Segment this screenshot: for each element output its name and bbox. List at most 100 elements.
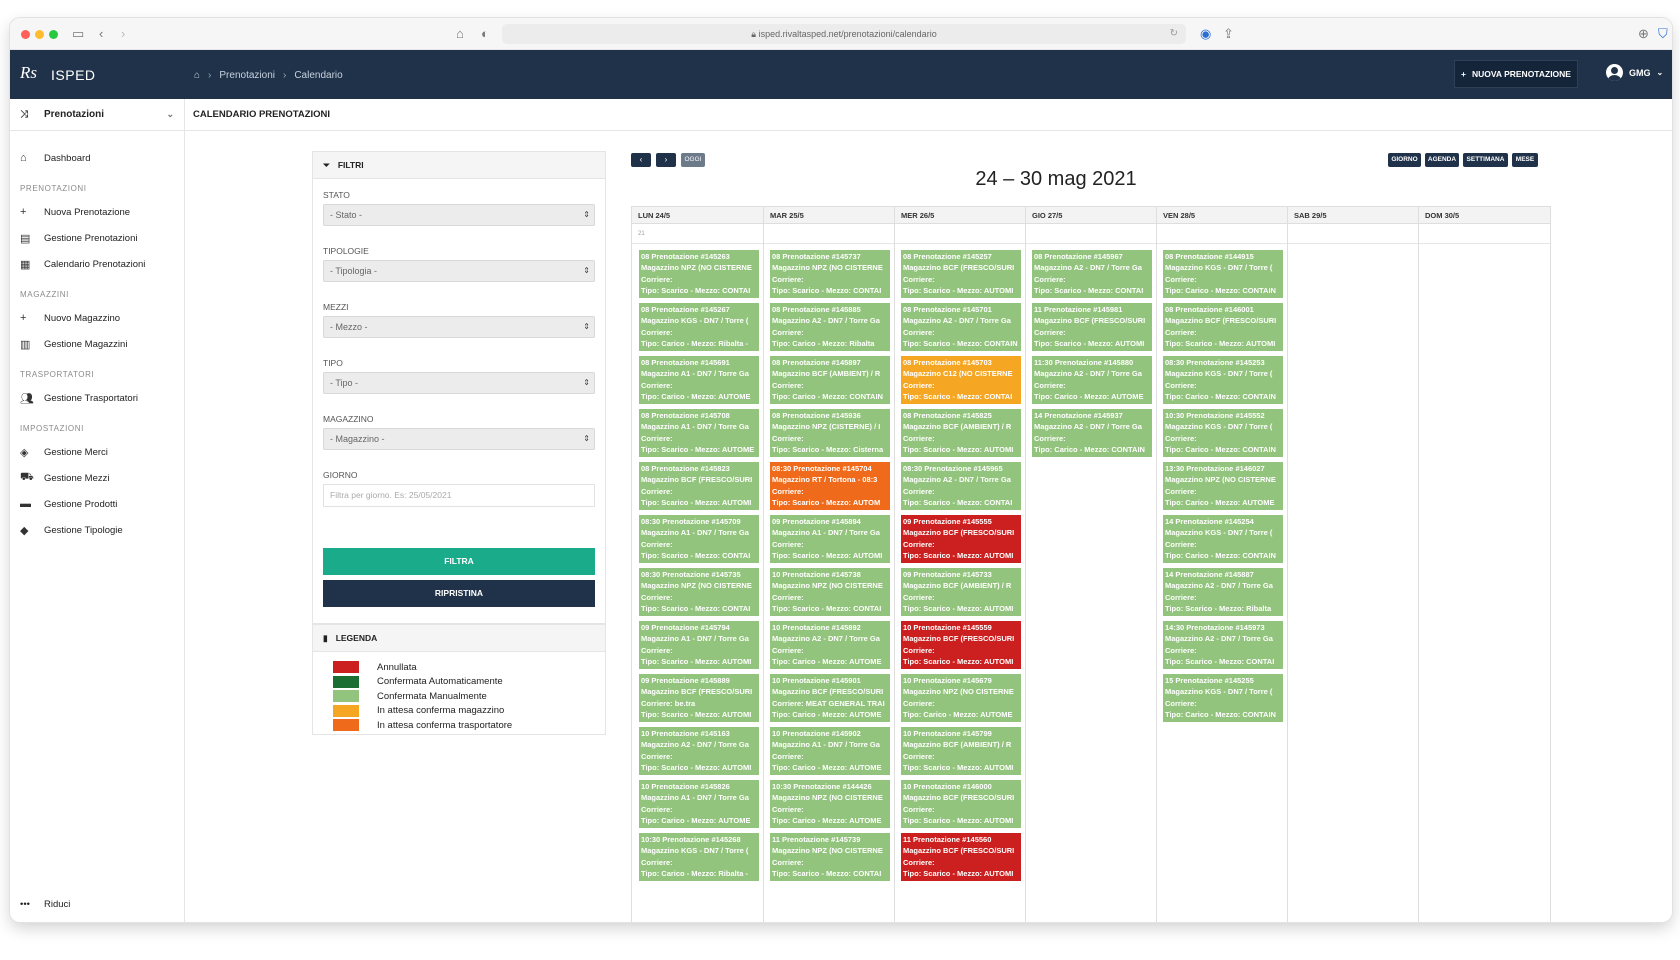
forward-icon[interactable]: › bbox=[121, 26, 125, 42]
booking-event[interactable]: 14 Prenotazione #145887 Magazzino A2 - DN… bbox=[1163, 568, 1283, 616]
day-header[interactable]: LUN 24/5 bbox=[632, 207, 763, 224]
booking-event[interactable]: 08:30 Prenotazione #145709 Magazzino A1 -… bbox=[639, 515, 759, 563]
download-icon[interactable]: ⊕ bbox=[1638, 26, 1649, 42]
reset-button[interactable]: RIPRISTINA bbox=[323, 580, 595, 607]
sidebar-item-dashboard[interactable]: ⌂ Dashboard bbox=[10, 145, 184, 171]
password-icon[interactable]: ◉ bbox=[1200, 26, 1211, 42]
booking-event[interactable]: 08:30 Prenotazione #145253 Magazzino KGS … bbox=[1163, 356, 1283, 404]
booking-event[interactable]: 08 Prenotazione #145257 Magazzino BCF (FR… bbox=[901, 250, 1021, 298]
today-button[interactable]: OGGI bbox=[681, 153, 705, 167]
sidebar-item[interactable]: 👥︎ Gestione Trasportatori bbox=[10, 385, 184, 411]
home-icon[interactable]: ⌂ bbox=[194, 70, 200, 81]
booking-event[interactable]: 08 Prenotazione #145885 Magazzino A2 - DN… bbox=[770, 303, 890, 351]
sidebar-item[interactable]: ◆ Gestione Tipologie bbox=[10, 517, 184, 543]
booking-event[interactable]: 08 Prenotazione #145701 Magazzino A2 - DN… bbox=[901, 303, 1021, 351]
minimize-window-button[interactable] bbox=[35, 30, 44, 39]
sidebar-item[interactable]: ⛟ Gestione Mezzi bbox=[10, 465, 184, 491]
booking-event[interactable]: 10 Prenotazione #145559 Magazzino BCF (FR… bbox=[901, 621, 1021, 669]
booking-event[interactable]: 10:30 Prenotazione #145268 Magazzino KGS … bbox=[639, 833, 759, 881]
day-header[interactable]: MER 26/5 bbox=[894, 207, 1025, 224]
share-icon[interactable]: ⇪ bbox=[1223, 26, 1234, 42]
day-header[interactable]: VEN 28/5 bbox=[1156, 207, 1287, 224]
booking-event[interactable]: 08 Prenotazione #145825 Magazzino BCF (AM… bbox=[901, 409, 1021, 457]
booking-event[interactable]: 08 Prenotazione #144915 Magazzino KGS - D… bbox=[1163, 250, 1283, 298]
view-month-button[interactable]: MESE bbox=[1512, 153, 1538, 167]
booking-event[interactable]: 08 Prenotazione #145967 Magazzino A2 - DN… bbox=[1032, 250, 1152, 298]
day-header[interactable]: DOM 30/5 bbox=[1418, 207, 1549, 224]
booking-event[interactable]: 10 Prenotazione #146000 Magazzino BCF (FR… bbox=[901, 780, 1021, 828]
back-icon[interactable]: ‹ bbox=[99, 26, 103, 42]
address-bar[interactable]: 🔒︎ isped.rivaltasped.net/prenotazioni/ca… bbox=[502, 24, 1186, 44]
booking-event[interactable]: 11:30 Prenotazione #145880 Magazzino A2 -… bbox=[1032, 356, 1152, 404]
booking-event[interactable]: 11 Prenotazione #145981 Magazzino BCF (FR… bbox=[1032, 303, 1152, 351]
booking-event[interactable]: 08 Prenotazione #145897 Magazzino BCF (AM… bbox=[770, 356, 890, 404]
booking-event[interactable]: 08 Prenotazione #145737 Magazzino NPZ (NO… bbox=[770, 250, 890, 298]
view-week-button[interactable]: SETTIMANA bbox=[1463, 153, 1508, 167]
collapse-sidebar-button[interactable]: ••• Riduci bbox=[20, 899, 70, 910]
next-week-button[interactable]: › bbox=[656, 153, 676, 167]
sidebar-item[interactable]: ▦ Calendario Prenotazioni bbox=[10, 251, 184, 277]
breadcrumb-item[interactable]: Prenotazioni bbox=[219, 70, 275, 81]
booking-event[interactable]: 08 Prenotazione #145267 Magazzino KGS - D… bbox=[639, 303, 759, 351]
extension-icon[interactable]: ⛉ bbox=[1658, 26, 1668, 42]
booking-event[interactable]: 08:30 Prenotazione #145735 Magazzino NPZ … bbox=[639, 568, 759, 616]
filter-button[interactable]: FILTRA bbox=[323, 548, 595, 575]
booking-event[interactable]: 10:30 Prenotazione #145552 Magazzino KGS … bbox=[1163, 409, 1283, 457]
booking-event[interactable]: 08:30 Prenotazione #145965 Magazzino A2 -… bbox=[901, 462, 1021, 510]
magazzino-select[interactable]: - Magazzino - ⇕ bbox=[323, 428, 595, 450]
new-booking-button[interactable]: + NUOVA PRENOTAZIONE bbox=[1454, 60, 1578, 88]
day-header[interactable]: GIO 27/5 bbox=[1025, 207, 1156, 224]
booking-event[interactable]: 10 Prenotazione #145902 Magazzino A1 - DN… bbox=[770, 727, 890, 775]
booking-event[interactable]: 08 Prenotazione #146001 Magazzino BCF (FR… bbox=[1163, 303, 1283, 351]
booking-event[interactable]: 08:30 Prenotazione #145704 Magazzino RT /… bbox=[770, 462, 890, 510]
booking-event[interactable]: 10 Prenotazione #145738 Magazzino NPZ (NO… bbox=[770, 568, 890, 616]
booking-event[interactable]: 08 Prenotazione #145703 Magazzino C12 (NO… bbox=[901, 356, 1021, 404]
view-day-button[interactable]: GIORNO bbox=[1388, 153, 1421, 167]
sidebar-item[interactable]: + Nuovo Magazzino bbox=[10, 305, 184, 331]
booking-event[interactable]: 10 Prenotazione #145163 Magazzino A2 - DN… bbox=[639, 727, 759, 775]
booking-event[interactable]: 09 Prenotazione #145733 Magazzino BCF (AM… bbox=[901, 568, 1021, 616]
sidebar-item[interactable]: + Nuova Prenotazione bbox=[10, 199, 184, 225]
booking-event[interactable]: 15 Prenotazione #145255 Magazzino KGS - D… bbox=[1163, 674, 1283, 722]
module-selector[interactable]: ⤨ Prenotazioni ⌄ bbox=[10, 99, 184, 131]
booking-event[interactable]: 08 Prenotazione #145691 Magazzino A1 - DN… bbox=[639, 356, 759, 404]
booking-event[interactable]: 10 Prenotazione #145901 Magazzino BCF (FR… bbox=[770, 674, 890, 722]
prev-week-button[interactable]: ‹ bbox=[631, 153, 651, 167]
booking-event[interactable]: 08 Prenotazione #145936 Magazzino NPZ (CI… bbox=[770, 409, 890, 457]
shield-icon[interactable]: ◐ bbox=[481, 26, 489, 42]
booking-event[interactable]: 10 Prenotazione #145892 Magazzino A2 - DN… bbox=[770, 621, 890, 669]
booking-event[interactable]: 10 Prenotazione #145826 Magazzino A1 - DN… bbox=[639, 780, 759, 828]
booking-event[interactable]: 10 Prenotazione #145679 Magazzino NPZ (NO… bbox=[901, 674, 1021, 722]
booking-event[interactable]: 14 Prenotazione #145937 Magazzino A2 - DN… bbox=[1032, 409, 1152, 457]
day-header[interactable]: MAR 25/5 bbox=[763, 207, 894, 224]
zoom-window-button[interactable] bbox=[49, 30, 58, 39]
sidebar-item[interactable]: ▬ Gestione Prodotti bbox=[10, 491, 184, 517]
booking-event[interactable]: 14 Prenotazione #145254 Magazzino KGS - D… bbox=[1163, 515, 1283, 563]
tipologie-select[interactable]: - Tipologia - ⇕ bbox=[323, 260, 595, 282]
sidebar-item[interactable]: ▥ Gestione Magazzini bbox=[10, 331, 184, 357]
day-column[interactable] bbox=[1287, 224, 1418, 922]
sidebar-item[interactable]: ▤ Gestione Prenotazioni bbox=[10, 225, 184, 251]
booking-event[interactable]: 09 Prenotazione #145555 Magazzino BCF (FR… bbox=[901, 515, 1021, 563]
close-window-button[interactable] bbox=[21, 30, 30, 39]
reload-icon[interactable]: ↻ bbox=[1170, 24, 1178, 44]
booking-event[interactable]: 09 Prenotazione #145889 Magazzino BCF (FR… bbox=[639, 674, 759, 722]
booking-event[interactable]: 11 Prenotazione #145560 Magazzino BCF (FR… bbox=[901, 833, 1021, 881]
view-agenda-button[interactable]: AGENDA bbox=[1425, 153, 1459, 167]
giorno-input[interactable]: Filtra per giorno. Es: 25/05/2021 bbox=[323, 484, 595, 507]
sidebar-item[interactable]: ◈ Gestione Merci bbox=[10, 439, 184, 465]
app-logo[interactable]: Rs bbox=[20, 63, 37, 83]
booking-event[interactable]: 14:30 Prenotazione #145973 Magazzino A2 -… bbox=[1163, 621, 1283, 669]
booking-event[interactable]: 10 Prenotazione #145799 Magazzino BCF (AM… bbox=[901, 727, 1021, 775]
booking-event[interactable]: 11 Prenotazione #145739 Magazzino NPZ (NO… bbox=[770, 833, 890, 881]
mezzi-select[interactable]: - Mezzo - ⇕ bbox=[323, 316, 595, 338]
booking-event[interactable]: 08 Prenotazione #145708 Magazzino A1 - DN… bbox=[639, 409, 759, 457]
sidebar-toggle-icon[interactable]: ▭ bbox=[72, 26, 84, 42]
user-menu[interactable]: GMG ⌄ bbox=[1606, 64, 1663, 81]
day-column[interactable] bbox=[1418, 224, 1549, 922]
booking-event[interactable]: 10:30 Prenotazione #144426 Magazzino NPZ … bbox=[770, 780, 890, 828]
tipo-select[interactable]: - Tipo - ⇕ bbox=[323, 372, 595, 394]
booking-event[interactable]: 08 Prenotazione #145823 Magazzino BCF (FR… bbox=[639, 462, 759, 510]
booking-event[interactable]: 08 Prenotazione #145263 Magazzino NPZ (NO… bbox=[639, 250, 759, 298]
booking-event[interactable]: 09 Prenotazione #145794 Magazzino A1 - DN… bbox=[639, 621, 759, 669]
